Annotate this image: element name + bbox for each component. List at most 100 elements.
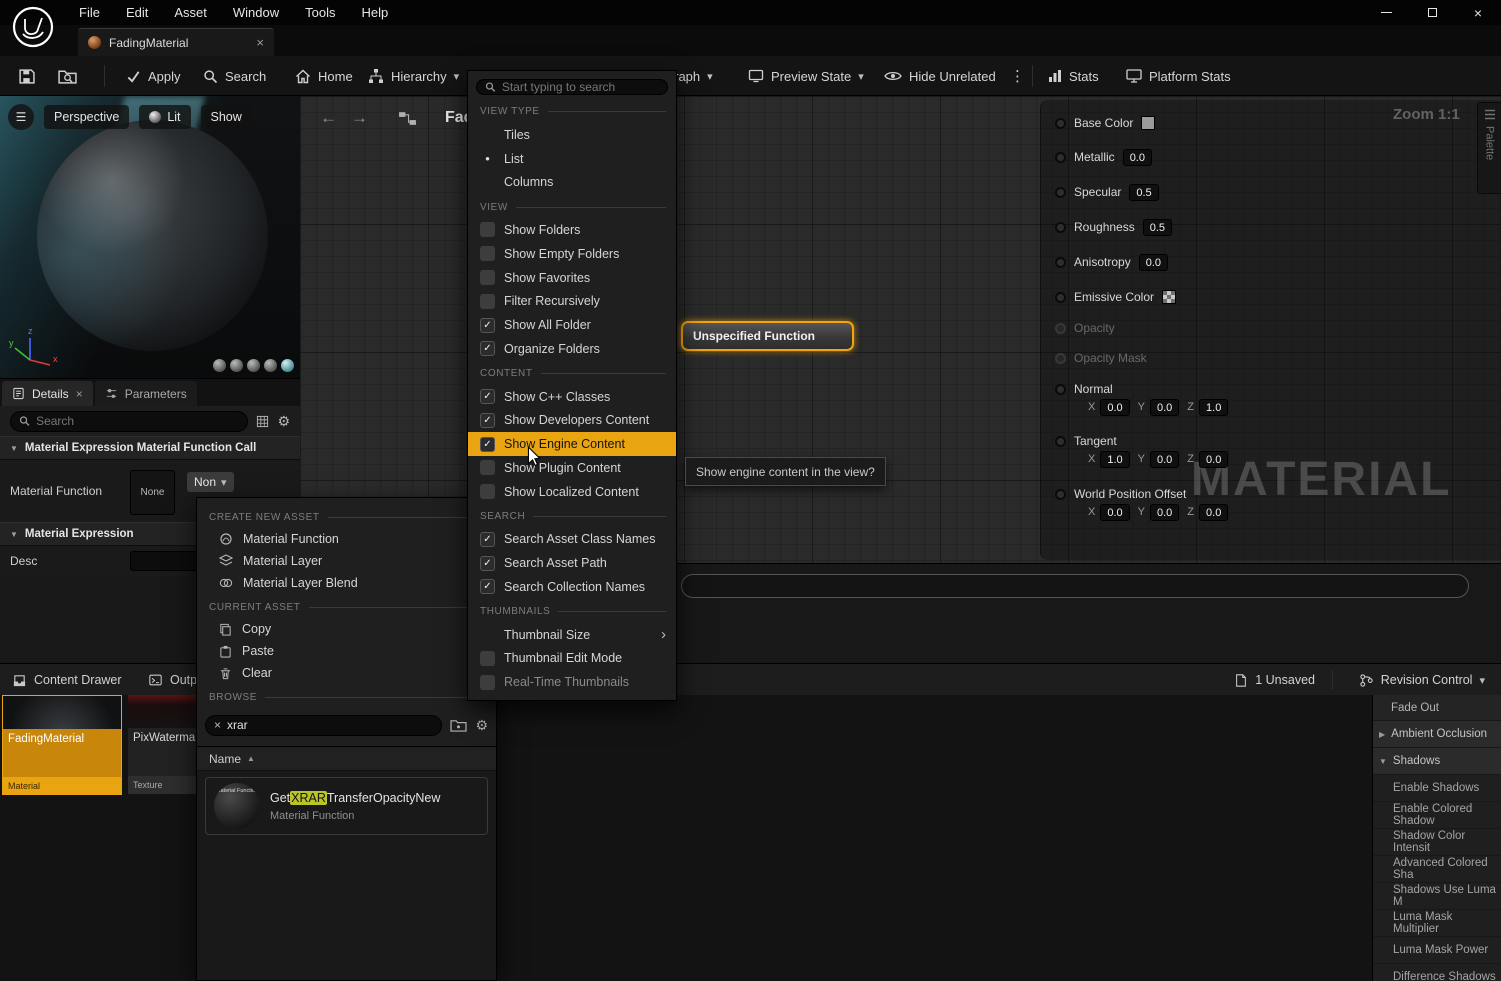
- material-result-node[interactable]: MATERIAL Base Color Metallic 0.0 Specula…: [1040, 100, 1501, 560]
- preview-state-button[interactable]: Preview State ▾: [748, 56, 864, 96]
- tab-parameters[interactable]: Parameters: [95, 381, 197, 406]
- clear-search-icon[interactable]: ×: [214, 718, 221, 732]
- pin-metallic[interactable]: Metallic 0.0: [1055, 147, 1152, 167]
- pin-value[interactable]: 0.0: [1123, 149, 1152, 166]
- section-material-function-call[interactable]: ▼ Material Expression Material Function …: [0, 436, 300, 460]
- menu-window[interactable]: Window: [220, 0, 292, 25]
- toolbar-options-button[interactable]: ⋮: [1010, 56, 1025, 96]
- name-column-header[interactable]: Name ▲: [197, 747, 496, 771]
- maximize-button[interactable]: [1409, 0, 1455, 25]
- pin-anisotropy[interactable]: Anisotropy 0.0: [1055, 252, 1168, 272]
- preview-shape-custom[interactable]: [281, 359, 294, 372]
- x-value[interactable]: 0.0: [1100, 399, 1129, 416]
- row-ambient-occlusion[interactable]: ▶ Ambient Occlusion: [1373, 721, 1501, 748]
- pin-value[interactable]: 0.5: [1129, 184, 1158, 201]
- menu-file[interactable]: File: [66, 0, 113, 25]
- menu-item-paste[interactable]: Paste: [197, 640, 496, 662]
- details-search-box[interactable]: [10, 411, 248, 432]
- asset-search-box[interactable]: ×: [205, 715, 442, 736]
- pin-value[interactable]: 0.0: [1139, 254, 1168, 271]
- option-thumbnail-edit-mode[interactable]: Thumbnail Edit Mode: [468, 646, 676, 670]
- close-button[interactable]: ×: [1455, 0, 1501, 25]
- option-real-time-thumbnails[interactable]: Real-Time Thumbnails: [468, 670, 676, 694]
- row-shadow-color-intensity[interactable]: Shadow Color Intensit: [1373, 829, 1501, 856]
- x-value[interactable]: 0.0: [1100, 504, 1129, 521]
- pin-value[interactable]: 0.5: [1143, 219, 1172, 236]
- apply-button[interactable]: Apply: [126, 56, 181, 96]
- platform-stats-button[interactable]: Platform Stats: [1126, 56, 1231, 96]
- option-show-empty-folders[interactable]: Show Empty Folders: [468, 242, 676, 266]
- hierarchy-button[interactable]: Hierarchy ▾: [368, 56, 459, 96]
- option-show-folders[interactable]: Show Folders: [468, 218, 676, 242]
- option-show-all-folder[interactable]: ✓Show All Folder: [468, 313, 676, 337]
- show-button[interactable]: Show: [201, 105, 252, 129]
- hide-unrelated-button[interactable]: Hide Unrelated: [884, 56, 996, 96]
- option-search-asset-path[interactable]: ✓Search Asset Path: [468, 551, 676, 575]
- x-value[interactable]: 1.0: [1100, 451, 1129, 468]
- asset-tile-fading-material[interactable]: FadingMaterial Material: [2, 695, 122, 795]
- minimize-button[interactable]: [1363, 0, 1409, 25]
- display-options-icon[interactable]: [256, 415, 269, 428]
- filter-settings-gear-icon[interactable]: ⚙: [475, 717, 488, 734]
- perspective-button[interactable]: Perspective: [44, 105, 129, 129]
- close-icon[interactable]: ×: [76, 387, 83, 401]
- option-filter-recursively[interactable]: Filter Recursively: [468, 289, 676, 313]
- option-columns[interactable]: Columns: [468, 170, 676, 194]
- tab-close-icon[interactable]: ×: [256, 35, 264, 50]
- row-advanced-colored-shadows[interactable]: Advanced Colored Sha: [1373, 856, 1501, 883]
- tab-fading-material[interactable]: FadingMaterial ×: [78, 28, 274, 56]
- viewport-menu-button[interactable]: ☰: [8, 104, 34, 130]
- preview-viewport[interactable]: ☰ Perspective Lit Show z y x: [0, 96, 300, 378]
- menu-item-clear[interactable]: Clear: [197, 662, 496, 684]
- stats-button[interactable]: Stats: [1048, 56, 1099, 96]
- function-dropdown[interactable]: Non ▾: [187, 472, 234, 492]
- folder-picker-icon[interactable]: [450, 718, 467, 732]
- lit-button[interactable]: Lit: [139, 105, 190, 129]
- preview-shape-cylinder[interactable]: [213, 359, 226, 372]
- revision-control-button[interactable]: Revision Control ▾: [1359, 664, 1485, 696]
- y-value[interactable]: 0.0: [1150, 504, 1179, 521]
- pin-world-position-offset[interactable]: World Position Offset: [1055, 484, 1186, 504]
- option-search-asset-class-names[interactable]: ✓Search Asset Class Names: [468, 527, 676, 551]
- y-value[interactable]: 0.0: [1150, 451, 1179, 468]
- search-button[interactable]: Search: [203, 56, 266, 96]
- emissive-color-swatch[interactable]: [1162, 290, 1176, 304]
- option-thumbnail-size[interactable]: Thumbnail Size›: [468, 623, 676, 647]
- row-shadows-use-luma[interactable]: Shadows Use Luma M: [1373, 883, 1501, 910]
- z-value[interactable]: 0.0: [1199, 451, 1228, 468]
- asset-result-row[interactable]: Material Function GetXRARTransferOpacity…: [205, 777, 488, 835]
- menu-help[interactable]: Help: [348, 0, 401, 25]
- option-search-collection-names[interactable]: ✓Search Collection Names: [468, 575, 676, 599]
- settings-gear-icon[interactable]: ⚙: [277, 413, 290, 430]
- pin-roughness[interactable]: Roughness 0.5: [1055, 217, 1172, 237]
- pin-base-color[interactable]: Base Color: [1055, 113, 1155, 133]
- pin-emissive-color[interactable]: Emissive Color: [1055, 287, 1176, 307]
- pin-specular[interactable]: Specular 0.5: [1055, 182, 1159, 202]
- row-luma-mask-power[interactable]: Luma Mask Power: [1373, 937, 1501, 964]
- row-luma-mask-multiplier[interactable]: Luma Mask Multiplier: [1373, 910, 1501, 937]
- option-show-developers-content[interactable]: ✓Show Developers Content: [468, 408, 676, 432]
- option-show-favorites[interactable]: Show Favorites: [468, 266, 676, 290]
- preview-shape-plane[interactable]: [247, 359, 260, 372]
- row-shadows[interactable]: ▼ Shadows: [1373, 748, 1501, 775]
- output-log-button[interactable]: Outp: [148, 664, 197, 696]
- menu-item-material-layer[interactable]: Material Layer: [197, 550, 496, 572]
- pin-opacity[interactable]: Opacity: [1055, 318, 1115, 338]
- menu-edit[interactable]: Edit: [113, 0, 161, 25]
- menu-item-material-layer-blend[interactable]: Material Layer Blend: [197, 572, 496, 594]
- base-color-swatch[interactable]: [1141, 116, 1155, 130]
- menu-asset[interactable]: Asset: [161, 0, 220, 25]
- option-show-plugin-content[interactable]: Show Plugin Content: [468, 456, 676, 480]
- preview-shape-cube[interactable]: [264, 359, 277, 372]
- z-value[interactable]: 0.0: [1199, 504, 1228, 521]
- row-enable-shadows[interactable]: Enable Shadows: [1373, 775, 1501, 802]
- forward-arrow-icon[interactable]: →: [351, 108, 368, 128]
- y-value[interactable]: 0.0: [1150, 399, 1179, 416]
- row-enable-colored-shadow[interactable]: Enable Colored Shadow: [1373, 802, 1501, 829]
- save-button[interactable]: [18, 56, 35, 96]
- tab-details[interactable]: Details ×: [2, 381, 93, 406]
- back-arrow-icon[interactable]: ←: [320, 108, 337, 128]
- graph-status-bar[interactable]: [681, 574, 1469, 598]
- row-fade-out[interactable]: Fade Out: [1373, 695, 1501, 721]
- option-show-localized-content[interactable]: Show Localized Content: [468, 480, 676, 504]
